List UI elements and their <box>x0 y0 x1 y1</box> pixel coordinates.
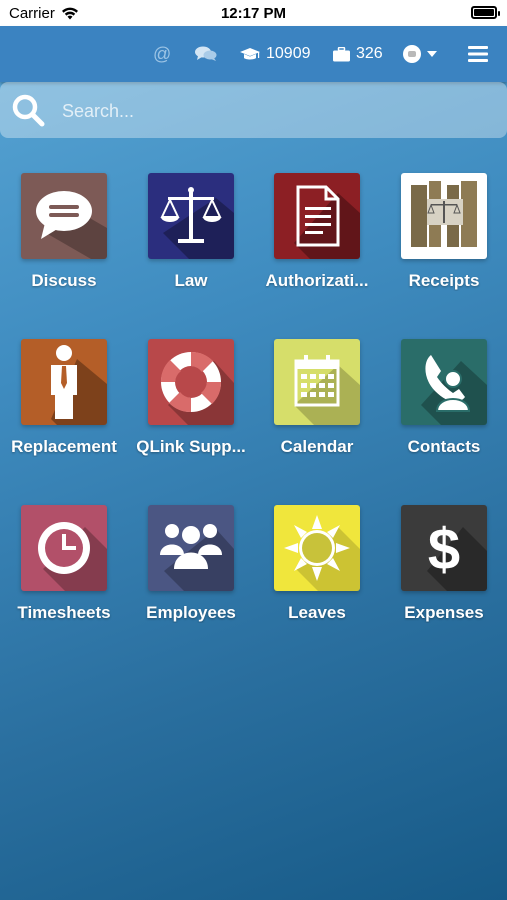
app-label: Discuss <box>31 271 97 290</box>
education-count: 10909 <box>266 45 311 62</box>
person-tie-icon <box>51 345 107 425</box>
group-icon <box>160 524 234 591</box>
app-law[interactable]: Law <box>128 173 254 291</box>
battery-icon <box>471 6 500 19</box>
app-timesheets[interactable]: Timesheets <box>1 505 127 623</box>
qlink-support-tile <box>148 339 234 425</box>
replacement-tile <box>21 339 107 425</box>
calendar-icon <box>294 355 360 425</box>
app-receipts[interactable]: Receipts <box>381 173 507 291</box>
app-label: Receipts <box>408 271 480 290</box>
document-icon <box>294 185 360 259</box>
app-authorization[interactable]: Authorizati... <box>254 173 380 291</box>
search-input[interactable] <box>60 96 484 126</box>
app-contacts[interactable]: Contacts <box>381 339 507 457</box>
briefcase-count: 326 <box>356 45 383 62</box>
discuss-tile <box>21 173 107 259</box>
chat-bubble-icon <box>36 191 107 259</box>
search-bar <box>0 82 507 138</box>
calendar-tile <box>274 339 360 425</box>
expenses-tile: $ <box>401 505 487 591</box>
sun-icon <box>284 515 360 591</box>
graduation-cap-icon <box>240 48 260 60</box>
search-icon[interactable] <box>10 92 46 128</box>
app-qlink-support[interactable]: QLink Supp... <box>128 339 254 457</box>
status-bar: Carrier 12:17 PM <box>0 0 507 26</box>
clock-icon <box>38 522 107 591</box>
app-label: Timesheets <box>17 603 111 622</box>
app-expenses[interactable]: $ Expenses <box>381 505 507 623</box>
app-label: Contacts <box>407 437 481 456</box>
app-leaves[interactable]: Leaves <box>254 505 380 623</box>
dollar-icon: $ <box>427 517 487 591</box>
clock: 12:17 PM <box>220 5 287 22</box>
scales-icon <box>160 187 234 259</box>
receipts-tile <box>401 173 487 259</box>
mentions-button[interactable]: @ <box>153 26 171 82</box>
app-replacement[interactable]: Replacement <box>1 339 127 457</box>
app-calendar[interactable]: Calendar <box>254 339 380 457</box>
hamburger-menu-icon <box>468 46 488 62</box>
briefcase-button[interactable]: 326 <box>333 26 383 82</box>
app-label: Employees <box>146 603 236 622</box>
app-label: QLink Supp... <box>136 437 246 456</box>
app-label: Leaves <box>288 603 346 622</box>
contact-phone-icon <box>421 355 487 425</box>
timesheets-tile <box>21 505 107 591</box>
app-discuss[interactable]: Discuss <box>1 173 127 291</box>
employees-tile <box>148 505 234 591</box>
main-menu-button[interactable] <box>468 26 488 82</box>
briefcase-icon <box>333 46 350 61</box>
svg-text:$: $ <box>428 517 460 582</box>
app-employees[interactable]: Employees <box>128 505 254 623</box>
top-navbar: @ 10909 326 <box>0 26 507 82</box>
app-label: Expenses <box>404 603 484 622</box>
leaves-tile <box>274 505 360 591</box>
education-button[interactable]: 10909 <box>240 26 311 82</box>
app-label: Replacement <box>11 437 117 456</box>
authorization-tile <box>274 173 360 259</box>
chat-icon <box>195 46 217 61</box>
lifebuoy-icon <box>160 351 234 425</box>
books-scales-icon <box>411 181 477 247</box>
law-tile <box>148 173 234 259</box>
app-label: Law <box>174 271 208 290</box>
app-label: Authorizati... <box>265 271 369 290</box>
at-icon: @ <box>153 43 172 64</box>
caret-down-icon <box>427 51 437 57</box>
avatar <box>403 45 421 63</box>
contacts-tile <box>401 339 487 425</box>
chat-button[interactable] <box>195 26 217 82</box>
app-label: Calendar <box>280 437 354 456</box>
user-menu-button[interactable] <box>403 26 437 82</box>
